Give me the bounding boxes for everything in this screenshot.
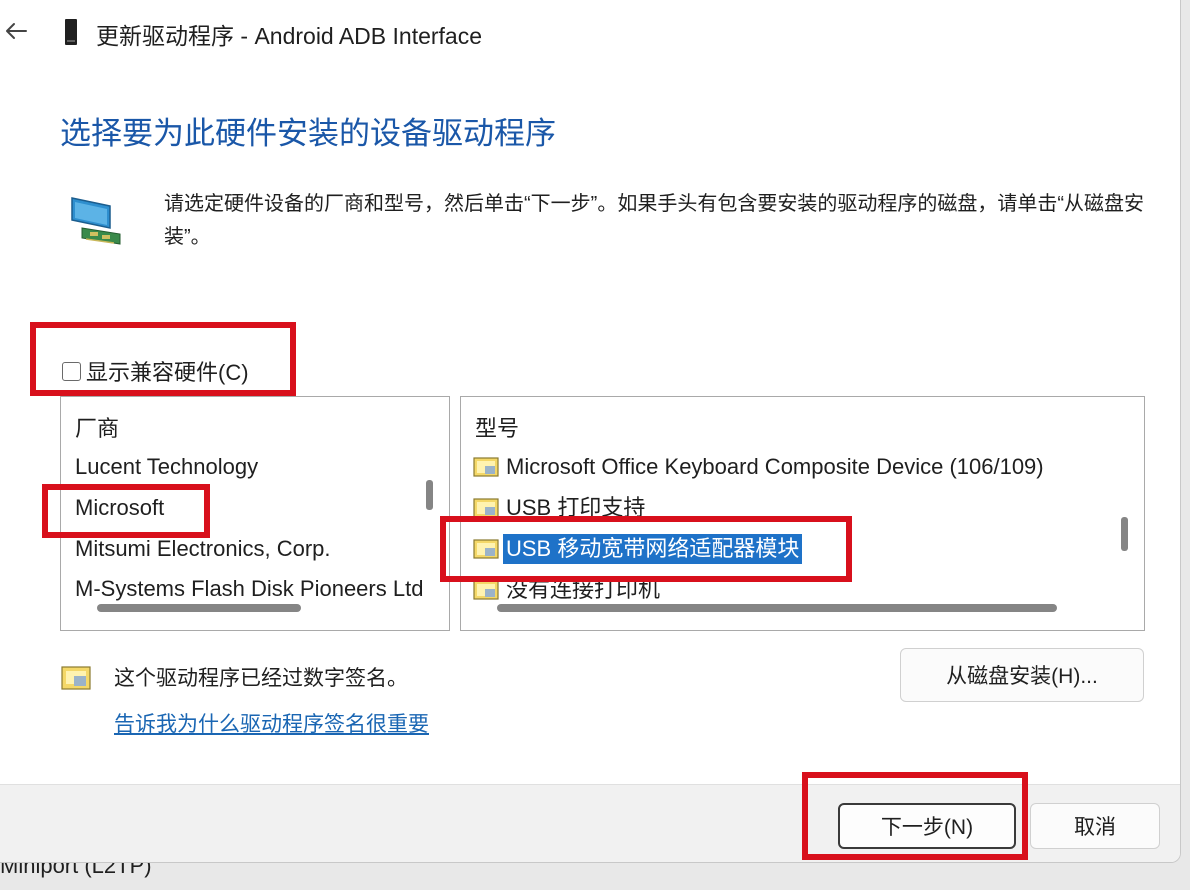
- checkbox-label: 显示兼容硬件(C): [86, 360, 249, 385]
- device-icon: [65, 19, 77, 45]
- manufacturer-vertical-scrollbar[interactable]: [426, 480, 433, 510]
- model-item-label: Microsoft Office Keyboard Composite Devi…: [506, 454, 1044, 479]
- manufacturer-header: 厂商: [75, 416, 120, 441]
- dialog-footer: 下一步(N) 取消: [0, 784, 1180, 862]
- checkbox-box[interactable]: [62, 361, 81, 381]
- instruction-text: 请选定硬件设备的厂商和型号，然后单击“下一步”。如果手头有包含要安装的驱动程序的…: [164, 193, 1144, 248]
- hardware-icon: [71, 197, 121, 245]
- cancel-button[interactable]: 取消: [1030, 803, 1160, 849]
- model-item-label: USB 移动宽带网络适配器模块: [503, 534, 803, 564]
- have-disk-button[interactable]: 从磁盘安装(H)...: [900, 648, 1144, 702]
- signature-info-link[interactable]: 告诉我为什么驱动程序签名很重要: [114, 708, 429, 738]
- model-horizontal-scrollbar[interactable]: [497, 604, 1057, 612]
- model-header: 型号: [475, 416, 520, 441]
- model-item[interactable]: USB 打印支持: [473, 493, 648, 523]
- show-compatible-hardware-checkbox[interactable]: 显示兼容硬件(C): [62, 356, 249, 386]
- manufacturer-horizontal-scrollbar[interactable]: [97, 604, 301, 612]
- manufacturer-item-selected[interactable]: Microsoft: [75, 493, 164, 523]
- signed-driver-icon: [61, 666, 91, 690]
- driver-certificate-icon: [473, 498, 499, 518]
- driver-certificate-icon: [473, 457, 499, 477]
- model-item[interactable]: Microsoft Office Keyboard Composite Devi…: [473, 452, 1047, 482]
- driver-certificate-icon: [473, 580, 499, 600]
- driver-certificate-icon: [473, 539, 499, 559]
- model-item-selected[interactable]: USB 移动宽带网络适配器模块: [473, 534, 803, 564]
- back-arrow-icon[interactable]: [2, 14, 30, 48]
- update-driver-dialog: 更新驱动程序 - Android ADB Interface 选择要为此硬件安装…: [0, 0, 1181, 863]
- manufacturer-item[interactable]: M-Systems Flash Disk Pioneers Ltd: [75, 574, 423, 604]
- model-listbox[interactable]: 型号 Microsoft Office Keyboard Composite D…: [460, 396, 1145, 631]
- manufacturer-item[interactable]: Lucent Technology: [75, 452, 258, 482]
- window-title: 更新驱动程序 - Android ADB Interface: [96, 23, 483, 49]
- page-heading: 选择要为此硬件安装的设备驱动程序: [60, 116, 556, 151]
- signature-status-text: 这个驱动程序已经过数字签名。: [114, 667, 408, 690]
- model-item-label: 没有连接打印机: [506, 577, 661, 602]
- manufacturer-item[interactable]: Mitsumi Electronics, Corp.: [75, 534, 331, 564]
- model-item[interactable]: 没有连接打印机: [473, 575, 663, 605]
- model-item-label: USB 打印支持: [506, 495, 646, 520]
- next-button[interactable]: 下一步(N): [838, 803, 1016, 849]
- model-vertical-scrollbar[interactable]: [1121, 517, 1128, 551]
- manufacturer-listbox[interactable]: 厂商 Lucent Technology Microsoft Mitsumi E…: [60, 396, 450, 631]
